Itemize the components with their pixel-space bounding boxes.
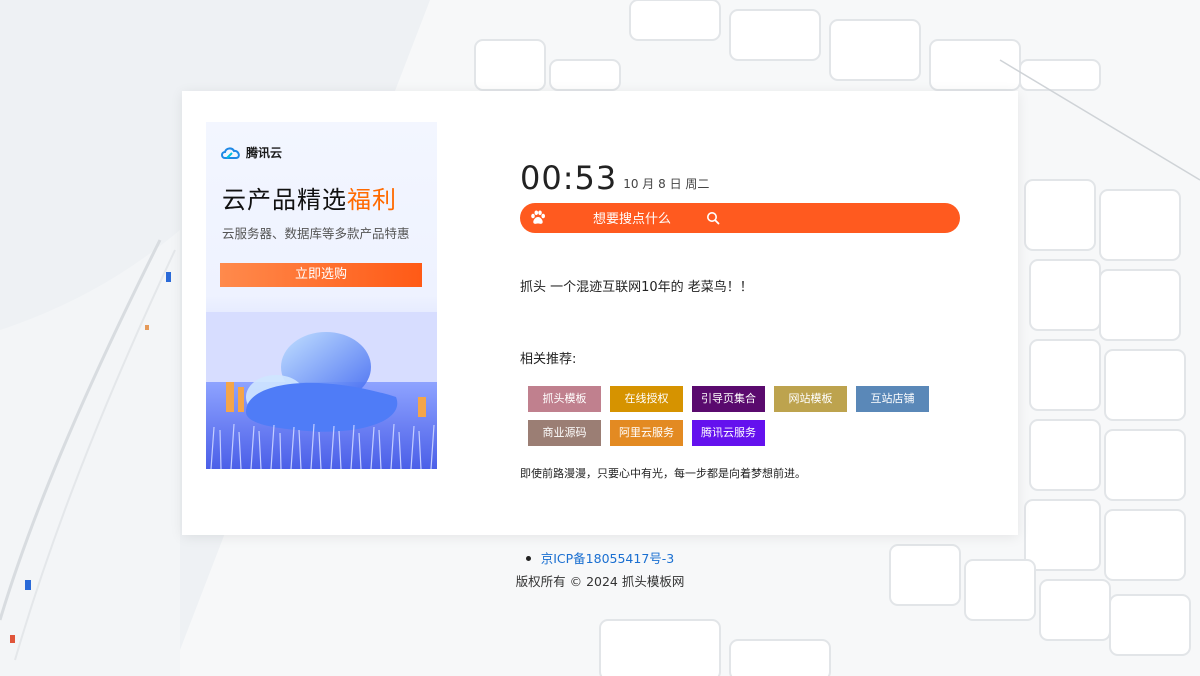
search-input[interactable] bbox=[560, 208, 704, 230]
ad-logo-text: 腾讯云 bbox=[246, 146, 283, 160]
clock: 00:53 10 月 8 日 周二 bbox=[520, 161, 709, 195]
intro-text: 抓头 一个混迹互联网10年的 老菜鸟！！ bbox=[520, 280, 753, 295]
search-icon[interactable] bbox=[706, 211, 720, 225]
ad-subtitle: 云服务器、数据库等多款产品特惠 bbox=[222, 226, 410, 241]
ad-title-highlight: 福利 bbox=[347, 186, 397, 214]
tencent-cloud-ad[interactable]: 腾讯云 云产品精选福利 云服务器、数据库等多款产品特惠 立即选购 bbox=[206, 122, 437, 469]
copyright: 版权所有 © 2024 抓头模板网 bbox=[515, 574, 685, 589]
ad-logo: 腾讯云 bbox=[220, 144, 282, 161]
related-label: 相关推荐: bbox=[520, 352, 577, 367]
paw-icon[interactable] bbox=[529, 209, 547, 227]
icp-row: 京ICP备18055417号-3 bbox=[0, 548, 1200, 567]
ad-title: 云产品精选福利 bbox=[222, 180, 397, 215]
tag-commercial-source[interactable]: 商业源码 bbox=[528, 420, 601, 446]
tag-tencent-cloud-service[interactable]: 腾讯云服务 bbox=[692, 420, 765, 446]
icp-link[interactable]: 京ICP备18055417号-3 bbox=[541, 551, 675, 566]
tag-huzhan-store[interactable]: 互站店铺 bbox=[856, 386, 929, 412]
clock-time: 00:53 bbox=[520, 159, 618, 197]
tag-online-license[interactable]: 在线授权 bbox=[610, 386, 683, 412]
ad-illustration bbox=[206, 312, 437, 469]
tag-website-template[interactable]: 网站模板 bbox=[774, 386, 847, 412]
footer: 京ICP备18055417号-3 版权所有 © 2024 抓头模板网 bbox=[0, 548, 1200, 590]
tag-zhuatou-template[interactable]: 抓头模板 bbox=[528, 386, 601, 412]
ad-buy-button[interactable]: 立即选购 bbox=[220, 263, 422, 287]
tag-aliyun-service[interactable]: 阿里云服务 bbox=[610, 420, 683, 446]
search-bar bbox=[520, 203, 960, 233]
tag-guide-page-collection[interactable]: 引导页集合 bbox=[692, 386, 765, 412]
motto-text: 即使前路漫漫，只要心中有光，每一步都是向着梦想前进。 bbox=[520, 467, 806, 480]
cloud-logo-icon bbox=[221, 147, 240, 159]
clock-date: 10 月 8 日 周二 bbox=[623, 177, 710, 191]
bullet-icon bbox=[525, 556, 531, 561]
main-card: 腾讯云 云产品精选福利 云服务器、数据库等多款产品特惠 立即选购 00:53 1… bbox=[182, 91, 1018, 535]
ad-title-main: 云产品精选 bbox=[222, 186, 347, 214]
